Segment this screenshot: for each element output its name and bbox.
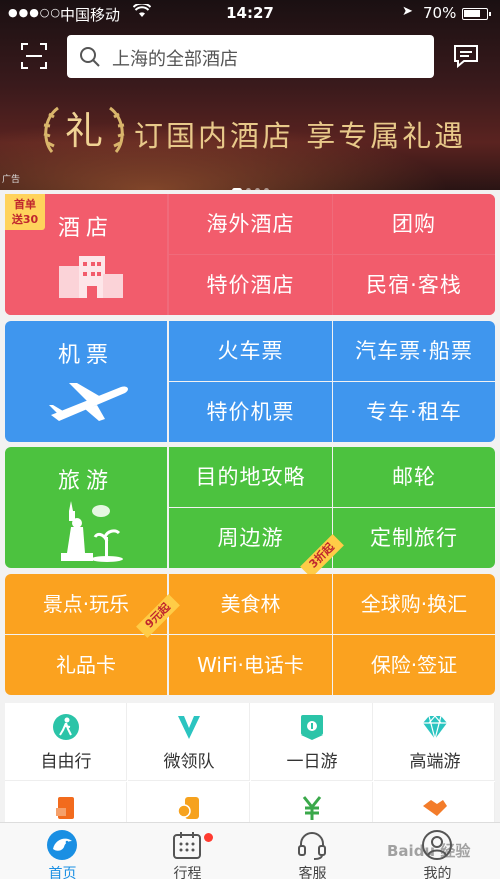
sub-item-row2-3[interactable] (251, 782, 373, 823)
flag-icon (298, 713, 326, 741)
tab-profile-label: 我的 (423, 866, 452, 879)
notification-dot (204, 833, 213, 842)
wifi-phone-card-button[interactable]: WiFi·电话卡 (169, 635, 332, 695)
hotel-section: 酒店 海外酒店 团购 特价酒店 民宿·客栈 (5, 194, 495, 315)
custom-travel-button[interactable]: 定制旅行 (333, 508, 495, 568)
bus-ferry-ticket-button[interactable]: 汽车票·船票 (333, 321, 495, 381)
sub-item-row2-1[interactable] (5, 782, 127, 823)
carousel-indicator (0, 178, 500, 190)
secondary-services-grid: 自由行 微领队 一日游 高端游 (5, 703, 495, 823)
status-bar: ●●●○○ 中国移动 14:27 ➤ 70% (0, 0, 500, 28)
discount-hotel-button[interactable]: 特价酒店 (169, 255, 332, 315)
carousel-dot-active (231, 188, 242, 190)
logo-char: 礼 (65, 109, 103, 153)
message-icon[interactable] (452, 42, 480, 70)
tab-itinerary-label: 行程 (173, 866, 202, 879)
cruise-button[interactable]: 邮轮 (333, 447, 495, 507)
search-icon (79, 46, 101, 68)
group-buy-button[interactable]: 团购 (333, 194, 495, 254)
car-rental-button[interactable]: 专车·租车 (333, 382, 495, 442)
header-banner: ●●●○○ 中国移动 14:27 ➤ 70% 上海的全部酒店 礼 订国内酒店 享… (0, 0, 500, 190)
travel-label: 旅游 (57, 469, 114, 494)
v-icon (175, 713, 203, 741)
overseas-hotel-button[interactable]: 海外酒店 (169, 194, 332, 254)
micro-guide-label: 微领队 (163, 752, 215, 772)
baidu-watermark: Baidu 经验 (387, 842, 471, 860)
sub-item-row2-4[interactable] (374, 782, 495, 823)
calendar-icon (171, 829, 203, 861)
micro-guide-button[interactable]: 微领队 (128, 703, 250, 781)
flight-section: 机票 火车票 汽车票·船票 特价机票 专车·租车 (5, 321, 495, 442)
day-tour-button[interactable]: 一日游 (251, 703, 373, 781)
food-button[interactable]: 美食林 (169, 574, 332, 634)
flight-button[interactable]: 机票 (5, 321, 167, 442)
luxury-tour-label: 高端游 (409, 752, 461, 772)
yen-icon (298, 794, 326, 822)
banner-headline[interactable]: 订国内酒店 享专属礼遇 (134, 113, 466, 155)
train-ticket-button[interactable]: 火车票 (169, 321, 332, 381)
airplane-icon (49, 383, 128, 421)
handshake-icon (421, 794, 449, 822)
promo-line-1: 首单 (14, 198, 36, 211)
gift-emblem-logo: 礼 (40, 100, 128, 160)
battery-icon (462, 8, 491, 20)
global-shopping-exchange-button[interactable]: 全球购·换汇 (333, 574, 495, 634)
tab-itinerary[interactable]: 行程 (125, 823, 250, 879)
free-travel-button[interactable]: 自由行 (5, 703, 127, 781)
travel-section: 旅游 目的地攻略 邮轮 周边游 定制旅行 (5, 447, 495, 568)
tab-home-label: 首页 (48, 866, 77, 879)
sub-item-row2-2[interactable] (128, 782, 250, 823)
search-placeholder: 上海的全部酒店 (112, 49, 238, 70)
search-input[interactable]: 上海的全部酒店 (67, 35, 434, 78)
document-icon (52, 794, 80, 822)
promo-line-2: 送30 (11, 213, 39, 226)
battery-percent: 70% (423, 4, 457, 22)
free-travel-label: 自由行 (40, 752, 92, 772)
statue-of-liberty-icon (61, 501, 123, 562)
hotel-building-icon (59, 256, 123, 298)
carousel-dot (263, 188, 269, 190)
gift-card-button[interactable]: 礼品卡 (5, 635, 167, 695)
luxury-tour-button[interactable]: 高端游 (374, 703, 495, 781)
dolphin-icon (46, 829, 78, 861)
location-arrow-icon: ➤ (402, 4, 413, 19)
flight-label: 机票 (57, 343, 114, 368)
carousel-dot (245, 188, 251, 190)
homestay-inn-button[interactable]: 民宿·客栈 (333, 255, 495, 315)
carousel-dot (254, 188, 260, 190)
travel-button[interactable]: 旅游 (5, 447, 167, 568)
discount-flight-button[interactable]: 特价机票 (169, 382, 332, 442)
tab-customer-service-label: 客服 (298, 866, 327, 879)
fun-section: 景点·玩乐 美食林 全球购·换汇 礼品卡 WiFi·电话卡 保险·签证 (5, 574, 495, 695)
insurance-visa-button[interactable]: 保险·签证 (333, 635, 495, 695)
tab-home[interactable]: 首页 (0, 823, 125, 879)
destination-guide-button[interactable]: 目的地攻略 (169, 447, 332, 507)
day-tour-label: 一日游 (286, 752, 338, 772)
headset-icon (296, 829, 328, 861)
first-order-promo-badge: 首单 送30 (5, 194, 45, 230)
tab-customer-service[interactable]: 客服 (250, 823, 375, 879)
scan-icon[interactable] (20, 42, 48, 70)
walker-icon (52, 713, 80, 741)
coin-icon (175, 794, 203, 822)
diamond-icon (421, 713, 449, 742)
